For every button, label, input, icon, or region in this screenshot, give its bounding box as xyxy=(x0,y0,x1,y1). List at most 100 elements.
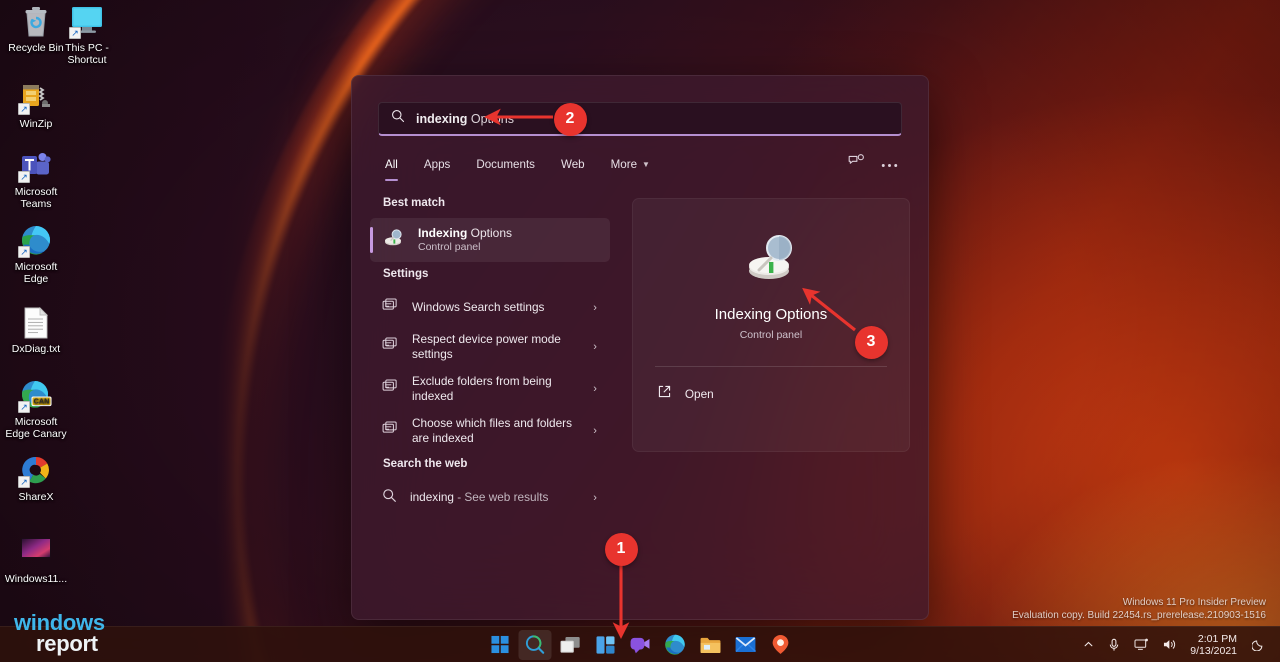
feedback-icon[interactable] xyxy=(848,154,865,174)
text-file-icon xyxy=(20,306,52,339)
tab-apps[interactable]: Apps xyxy=(411,151,463,177)
list-item-label: Choose which files and folders are index… xyxy=(412,416,580,446)
settings-result-icon xyxy=(382,337,399,357)
search-button[interactable] xyxy=(518,629,552,660)
desktop-icon-label: ShareX xyxy=(18,491,54,503)
network-icon[interactable] xyxy=(1127,630,1156,660)
best-match-title-bold: Indexing xyxy=(418,226,468,240)
list-item-label: indexing - See web results xyxy=(410,490,580,505)
task-view-button[interactable] xyxy=(554,630,587,660)
shortcut-overlay-icon: ↗ xyxy=(69,27,81,39)
recycle-bin-icon xyxy=(20,6,52,38)
chevron-right-icon[interactable]: › xyxy=(593,302,600,314)
moon-icon[interactable] xyxy=(1245,630,1272,660)
desktop-icon-this-pc-shortcut[interactable]: ↗ This PC - Shortcut xyxy=(55,6,119,66)
list-item[interactable]: Windows Search settings › xyxy=(370,289,610,326)
tab-documents[interactable]: Documents xyxy=(463,151,548,177)
shortcut-overlay-icon: ↗ xyxy=(18,476,30,488)
list-item-label: Windows Search settings xyxy=(412,300,580,315)
winzip-icon: ↗ xyxy=(18,82,52,115)
best-match-result[interactable]: Indexing Options Control panel xyxy=(370,218,610,262)
list-item-label: Respect device power mode settings xyxy=(412,332,580,362)
list-item-text: Exclude folders from being indexed xyxy=(412,374,552,403)
more-options-icon[interactable] xyxy=(881,155,898,173)
chat-button[interactable] xyxy=(624,630,657,660)
open-external-icon xyxy=(657,384,672,404)
best-match-title-rest: Options xyxy=(467,226,513,240)
edge-canary-icon: CAN ↗ xyxy=(18,380,52,413)
taskbar-clock[interactable]: 2:01 PM 9/13/2021 xyxy=(1184,633,1245,657)
annotation-marker-3: 3 xyxy=(854,325,888,359)
desktop-icon-windows11[interactable]: Windows11... xyxy=(4,537,68,586)
open-button-label: Open xyxy=(684,387,714,401)
taskbar-buttons xyxy=(483,629,798,660)
best-match-text: Indexing Options Control panel xyxy=(418,226,512,254)
shortcut-overlay-icon: ↗ xyxy=(18,246,30,258)
volume-icon[interactable] xyxy=(1156,630,1184,660)
list-item-text: Respect device power mode settings xyxy=(412,332,561,361)
list-item-text: Windows Search settings xyxy=(412,300,545,314)
desktop-icon-microsoft-edge-canary[interactable]: CAN ↗ Microsoft Edge Canary xyxy=(4,380,68,440)
widgets-button[interactable] xyxy=(589,630,622,660)
microsoft-edge-icon: ↗ xyxy=(18,225,52,258)
chevron-right-icon[interactable]: › xyxy=(593,492,600,504)
file-explorer-button[interactable] xyxy=(694,630,727,660)
desktop-icon-microsoft-teams[interactable]: ↗ Microsoft Teams xyxy=(4,150,68,210)
edge-button[interactable] xyxy=(659,630,692,660)
location-button[interactable] xyxy=(764,630,797,660)
web-results-list: indexing - See web results › xyxy=(370,479,610,516)
desktop-icon-winzip[interactable]: ↗ WinZip xyxy=(4,82,68,131)
preview-title: Indexing Options xyxy=(714,306,828,323)
search-results-column: Best match Indexing Options Control pane… xyxy=(370,195,610,516)
list-item[interactable]: Respect device power mode settings › xyxy=(370,326,610,368)
watermark-line-2: Evaluation copy. Build 22454.rs_prerelea… xyxy=(1012,609,1266,621)
chevron-right-icon[interactable]: › xyxy=(593,341,600,353)
settings-result-icon xyxy=(382,421,399,441)
start-button[interactable] xyxy=(484,630,517,660)
taskbar: 2:01 PM 9/13/2021 xyxy=(0,626,1280,662)
desktop-icon-dxdiag-txt[interactable]: DxDiag.txt xyxy=(4,306,68,356)
microphone-icon[interactable] xyxy=(1101,630,1127,660)
chevron-right-icon[interactable]: › xyxy=(593,383,600,395)
list-item[interactable]: Exclude folders from being indexed › xyxy=(370,368,610,410)
search-input[interactable]: indexing Options xyxy=(378,102,902,136)
mail-button[interactable] xyxy=(729,630,762,660)
search-header-actions xyxy=(848,154,902,174)
best-match-subtitle: Control panel xyxy=(418,241,481,253)
windows-evaluation-watermark: Windows 11 Pro Insider Preview Evaluatio… xyxy=(1012,597,1266,622)
list-item-text: indexing xyxy=(410,490,454,504)
show-hidden-icons-button[interactable] xyxy=(1076,630,1101,660)
clock-time: 2:01 PM xyxy=(1197,632,1237,645)
list-item[interactable]: Choose which files and folders are index… xyxy=(370,410,610,452)
microsoft-teams-icon: ↗ xyxy=(18,150,52,183)
list-item-suffix: - See web results xyxy=(453,490,549,504)
settings-results-list: Windows Search settings › Respect device … xyxy=(370,289,610,452)
result-preview-panel: Indexing Options Control panel Open xyxy=(631,198,910,452)
desktop-icon-label: DxDiag.txt xyxy=(11,343,61,355)
windows-search-panel: indexing Options All Apps Documents Web More… xyxy=(351,75,929,620)
tab-web[interactable]: Web xyxy=(548,151,598,177)
settings-header: Settings xyxy=(383,268,429,280)
chevron-down-icon: ▼ xyxy=(642,159,650,169)
search-web-header: Search the web xyxy=(383,458,468,470)
clock-date: 9/13/2021 xyxy=(1190,644,1237,657)
tab-label: Apps xyxy=(423,157,451,171)
this-pc-icon: ↗ xyxy=(69,6,103,39)
desktop-icon-microsoft-edge[interactable]: ↗ Microsoft Edge xyxy=(4,225,68,285)
open-button[interactable]: Open xyxy=(655,384,887,404)
tab-all[interactable]: All xyxy=(378,151,411,181)
desktop-icon-label: WinZip xyxy=(19,118,53,130)
search-query-bold: indexing xyxy=(416,111,468,126)
chevron-right-icon[interactable]: › xyxy=(593,425,600,437)
search-query-text: indexing Options xyxy=(416,112,514,126)
search-query-rest: Options xyxy=(467,111,514,126)
watermark-line-1: Windows 11 Pro Insider Preview xyxy=(1122,597,1266,608)
search-filter-tabs: All Apps Documents Web More ▼ xyxy=(378,151,902,181)
settings-result-icon xyxy=(382,379,399,399)
desktop-icon-sharex[interactable]: ↗ ShareX xyxy=(4,455,68,504)
tab-more[interactable]: More ▼ xyxy=(598,151,663,177)
indexing-options-icon xyxy=(382,226,406,255)
list-item[interactable]: indexing - See web results › xyxy=(370,479,610,516)
shortcut-overlay-icon: ↗ xyxy=(18,171,30,183)
search-icon xyxy=(391,109,405,128)
